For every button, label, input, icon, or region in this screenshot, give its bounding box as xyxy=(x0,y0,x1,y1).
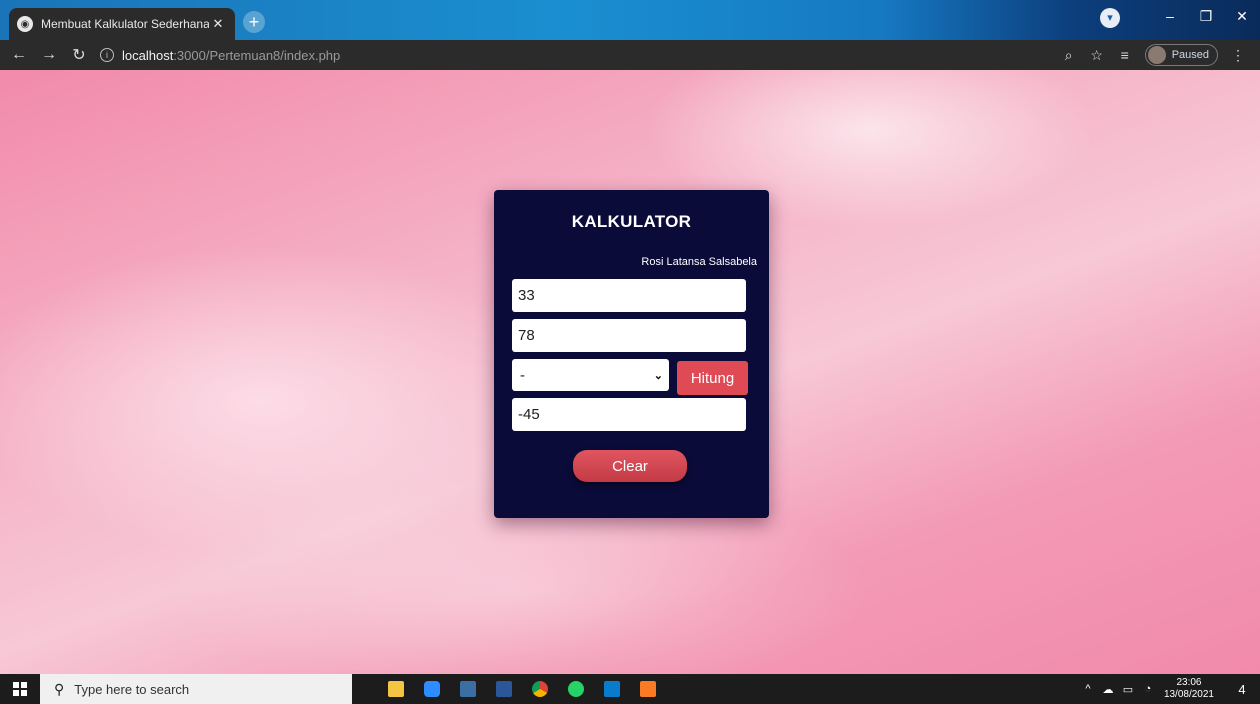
whatsapp-icon[interactable] xyxy=(558,674,594,704)
snipping-tool-icon[interactable] xyxy=(450,674,486,704)
url-host: localhost xyxy=(122,47,174,63)
profile-button[interactable]: Paused xyxy=(1144,44,1218,66)
browser-toolbar: ← → ↻ i localhost :3000/Pertemuan8/index… xyxy=(0,40,1260,70)
operator-value: - xyxy=(520,366,525,384)
clock[interactable]: 23:06 13/08/2021 xyxy=(1164,677,1214,701)
restore-icon[interactable]: ❐ xyxy=(1188,8,1224,25)
calculator-title: KALKULATOR xyxy=(571,212,692,231)
browser-titlebar: ◉ Membuat Kalkulator Sederhana | ✕ + ▾ –… xyxy=(0,0,1260,40)
globe-icon: ◉ xyxy=(17,16,33,32)
result-field[interactable] xyxy=(512,398,746,431)
search-icon: ⚲ xyxy=(54,680,65,697)
vscode-icon[interactable] xyxy=(594,674,630,704)
chevron-up-icon[interactable]: ^ xyxy=(1078,683,1098,695)
windows-logo-icon xyxy=(13,682,27,696)
avatar xyxy=(1147,46,1166,64)
url-path: :3000/Pertemuan8/index.php xyxy=(173,47,341,63)
taskbar-apps xyxy=(378,674,666,704)
chevron-down-icon: ⌄ xyxy=(653,369,663,382)
second-number-input[interactable] xyxy=(512,319,746,352)
forward-arrow-icon[interactable]: → xyxy=(38,46,60,64)
window-controls: – ❐ ✕ xyxy=(1152,0,1260,32)
address-bar[interactable]: i localhost :3000/Pertemuan8/index.php xyxy=(100,43,1055,67)
browser-tab[interactable]: ◉ Membuat Kalkulator Sederhana | ✕ xyxy=(9,8,235,40)
zoom-icon[interactable]: ⌕ xyxy=(1055,47,1083,64)
start-button[interactable] xyxy=(0,674,40,704)
taskbar-search[interactable]: ⚲ Type here to search xyxy=(40,674,352,704)
wifi-icon[interactable]: ◔ xyxy=(1138,683,1158,695)
calculator-card: KALKULATOR Rosi Latansa Salsabela - ⌄ Hi… xyxy=(494,190,769,518)
menu-dots-icon[interactable]: ⋮ xyxy=(1224,47,1252,64)
windows-taskbar: ⚲ Type here to search ^ ☁ ▭ ◔ 23:06 13/0… xyxy=(0,674,1260,704)
back-arrow-icon[interactable]: ← xyxy=(8,46,30,64)
hitung-button[interactable]: Hitung xyxy=(677,361,748,395)
clock-time: 23:06 xyxy=(1176,677,1202,688)
notification-icon[interactable]: 4 xyxy=(1224,682,1260,697)
operator-select[interactable]: - ⌄ xyxy=(512,359,669,391)
battery-icon[interactable]: ▭ xyxy=(1118,683,1138,696)
info-icon[interactable]: i xyxy=(100,48,114,62)
minimize-icon[interactable]: – xyxy=(1152,8,1188,24)
profile-status: Paused xyxy=(1171,49,1209,61)
search-placeholder: Type here to search xyxy=(74,681,190,697)
author-name: Rosi Latansa Salsabela xyxy=(641,256,757,268)
onedrive-icon[interactable]: ☁ xyxy=(1098,683,1118,696)
first-number-input[interactable] xyxy=(512,279,746,312)
chrome-icon[interactable] xyxy=(522,674,558,704)
close-tab-icon[interactable]: ✕ xyxy=(209,16,227,32)
reading-list-icon[interactable]: ≡ xyxy=(1111,47,1139,63)
file-explorer-icon[interactable] xyxy=(378,674,414,704)
new-tab-button[interactable]: + xyxy=(243,11,265,33)
notification-count: 4 xyxy=(1238,681,1246,697)
zoom-app-icon[interactable] xyxy=(414,674,450,704)
tab-title: Membuat Kalkulator Sederhana | xyxy=(41,17,209,31)
system-tray: ^ ☁ ▭ ◔ 23:06 13/08/2021 4 xyxy=(1078,674,1260,704)
word-icon[interactable] xyxy=(486,674,522,704)
extension-icon[interactable]: ▾ xyxy=(1100,8,1120,28)
close-window-icon[interactable]: ✕ xyxy=(1224,8,1260,25)
xampp-icon[interactable] xyxy=(630,674,666,704)
clear-button[interactable]: Clear xyxy=(573,450,687,482)
page-background: KALKULATOR Rosi Latansa Salsabela - ⌄ Hi… xyxy=(0,70,1260,674)
star-icon[interactable]: ☆ xyxy=(1083,47,1111,64)
clock-date: 13/08/2021 xyxy=(1163,689,1214,700)
reload-icon[interactable]: ↻ xyxy=(68,45,90,65)
